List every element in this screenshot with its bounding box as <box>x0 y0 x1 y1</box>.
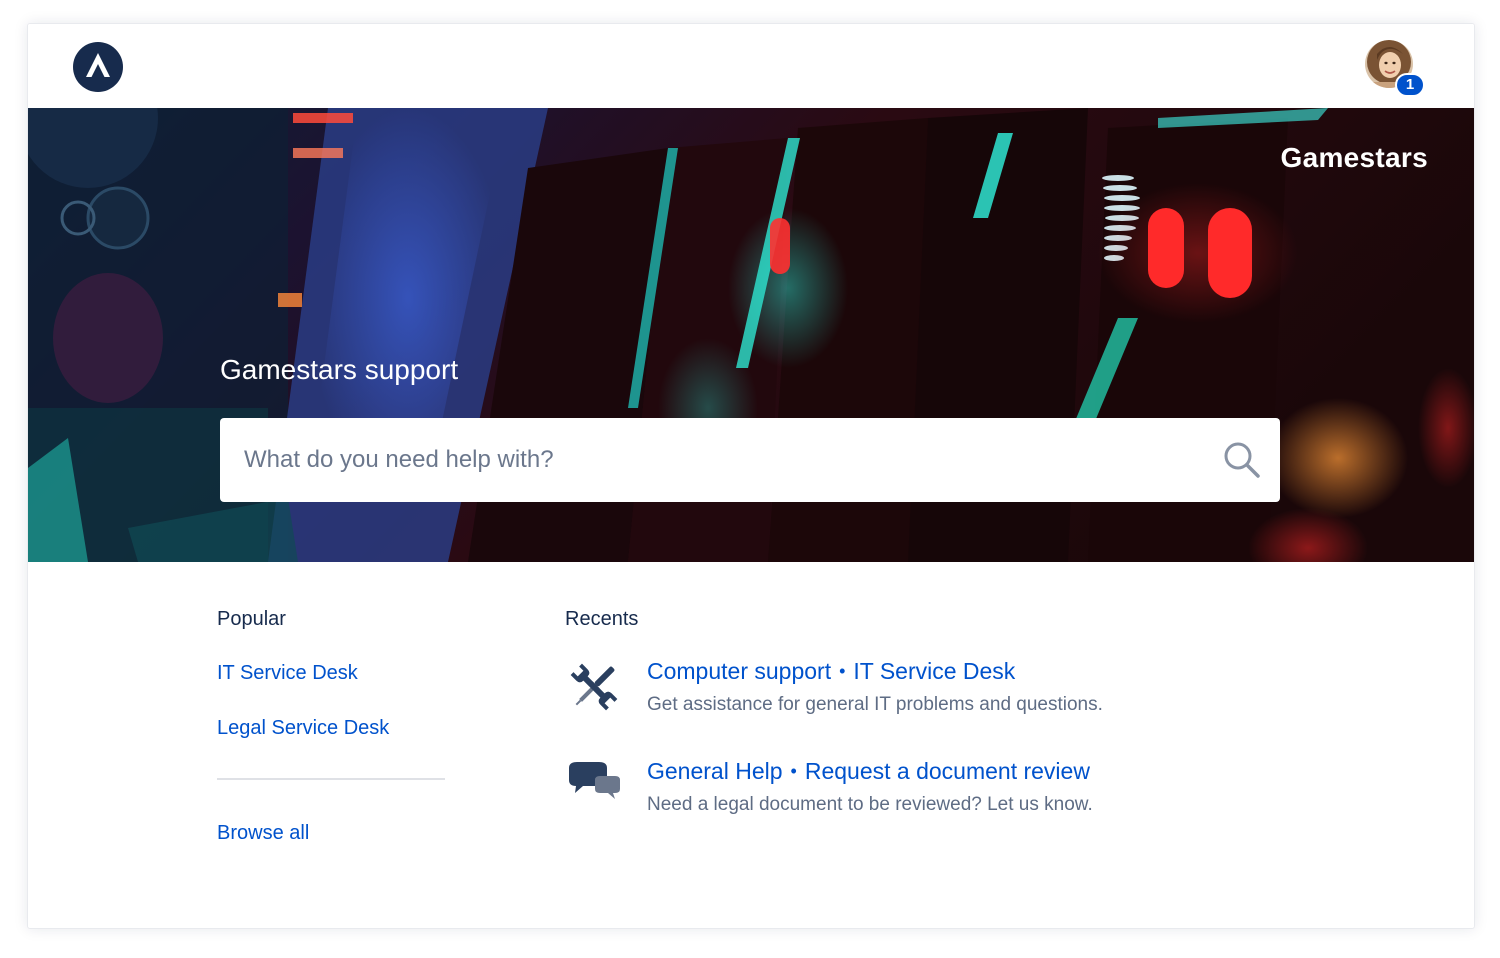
recent-item-description: Need a legal document to be reviewed? Le… <box>647 794 1093 815</box>
atlassian-logo-icon[interactable] <box>73 42 123 92</box>
recent-item-title[interactable]: General Help • Request a document review <box>647 758 1090 785</box>
profile-menu[interactable]: 1 <box>1365 40 1435 102</box>
search-box <box>220 418 1280 502</box>
recent-request-link[interactable]: General Help <box>647 758 783 784</box>
notification-badge: 1 <box>1395 73 1425 97</box>
recent-item-title[interactable]: Computer support • IT Service Desk <box>647 658 1015 685</box>
recent-desk-link[interactable]: IT Service Desk <box>853 658 1015 684</box>
popular-title: Popular <box>217 608 286 630</box>
recents-title: Recents <box>565 608 639 630</box>
recent-item-description: Get assistance for general IT problems a… <box>647 694 1103 715</box>
recent-item[interactable]: General Help • Request a document review N… <box>565 758 1365 828</box>
portal-window: 1 Gamestars Gamestars support What do yo… <box>27 23 1475 929</box>
wrench-screwdriver-icon <box>565 658 623 716</box>
browse-all-link[interactable]: Browse all <box>217 822 309 845</box>
chat-bubbles-icon <box>565 758 623 816</box>
popular-item-legal-service-desk[interactable]: Legal Service Desk <box>217 717 389 740</box>
recent-request-link[interactable]: Computer support <box>647 658 831 684</box>
divider <box>217 778 445 780</box>
recent-desk-link[interactable]: Request a document review <box>805 758 1090 784</box>
top-bar: 1 <box>28 24 1474 108</box>
popular-item-it-service-desk[interactable]: IT Service Desk <box>217 662 358 685</box>
separator-dot: • <box>839 661 846 681</box>
search-icon[interactable] <box>1222 440 1262 480</box>
brand-name: Gamestars <box>1280 142 1428 173</box>
hero-title: Gamestars support <box>220 354 459 385</box>
separator-dot: • <box>790 761 797 781</box>
recent-item[interactable]: Computer support • IT Service Desk Get ass… <box>565 658 1365 728</box>
content-area: Popular IT Service Desk Legal Service De… <box>28 562 1474 928</box>
hero-banner: Gamestars Gamestars support <box>28 108 1474 562</box>
search-input[interactable] <box>220 418 1180 502</box>
